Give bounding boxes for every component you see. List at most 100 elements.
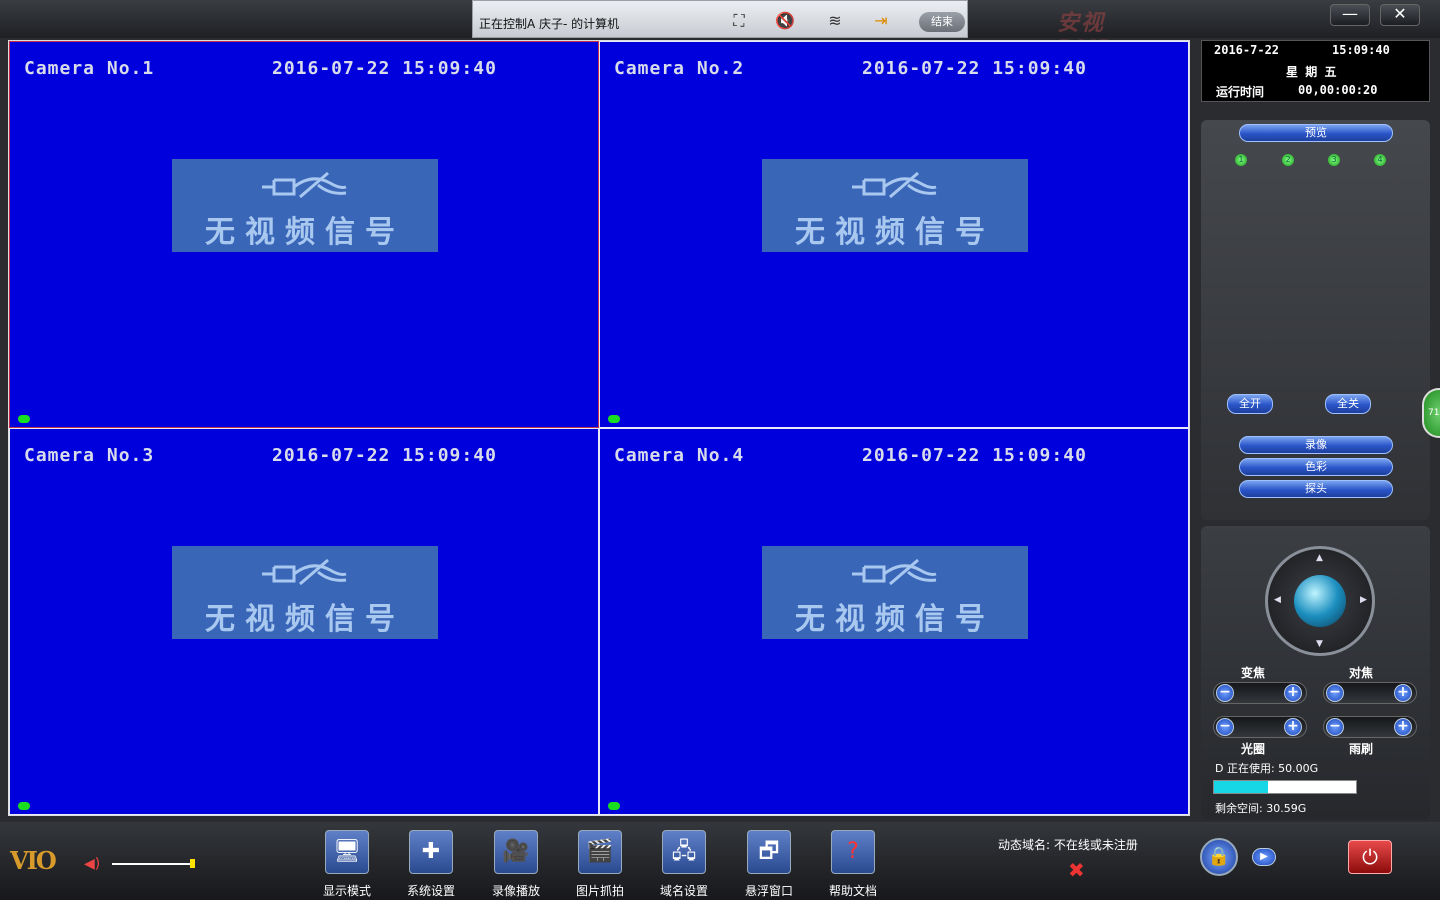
focus-control: − + (1323, 682, 1417, 704)
display-mode-button[interactable]: 🖥 显示模式 (312, 826, 382, 898)
volume-thumb[interactable] (190, 859, 195, 868)
channel-4-toggle[interactable]: 4 (1374, 154, 1386, 166)
iris-minus-button[interactable]: − (1216, 718, 1234, 736)
no-signal-text: 无视频信号 (205, 215, 405, 250)
camera-view-2[interactable]: Camera No.2 2016-07-22 15:09:40 无视频信号 (599, 41, 1189, 428)
clock-weekday: 星 期 五 (1286, 65, 1337, 79)
camera-view-3[interactable]: Camera No.3 2016-07-22 15:09:40 无视频信号 (9, 428, 599, 815)
status-led (18, 802, 30, 810)
arrow-right-icon[interactable]: ▶ (1360, 595, 1367, 605)
arrow-down-icon[interactable]: ▼ (1316, 639, 1323, 649)
channel-2-toggle[interactable]: 2 (1282, 154, 1294, 166)
no-signal-text: 无视频信号 (205, 602, 405, 637)
tool-label: 录像播放 (491, 884, 540, 898)
mute-icon[interactable]: 🔇 (775, 11, 795, 31)
clock-time: 15:09:40 (1332, 43, 1390, 57)
focus-plus-button[interactable]: + (1394, 684, 1412, 702)
disk-used-text: D 正在使用: 50.00G (1215, 762, 1319, 775)
camera-timestamp: 2016-07-22 15:09:40 (862, 58, 1087, 79)
wiper-control: − + (1323, 716, 1417, 738)
ddns-offline-icon: ✖ (1068, 858, 1085, 882)
lock-button[interactable]: 🔒 (1200, 838, 1238, 876)
float-window-button[interactable]: 🗗 悬浮窗口 (734, 826, 804, 898)
ptz-panel: ▲ ▼ ◀ ▶ 变焦 对焦 − + − + − + − + 光圈 雨刷 D 正在… (1201, 526, 1430, 820)
remote-status-text: 正在控制A 庆子- 的计算机 (479, 17, 620, 31)
iris-control: − + (1213, 716, 1307, 738)
camera-timestamp: 2016-07-22 15:09:40 (862, 445, 1087, 466)
no-signal-badge: 无视频信号 (762, 546, 1028, 639)
video-grid: Camera No.1 2016-07-22 15:09:40 无视频信号 Ca… (8, 40, 1190, 816)
ptz-center-knob[interactable] (1294, 575, 1346, 627)
exit-control-icon[interactable]: ⇥ (871, 11, 891, 31)
clapperboard-icon: 🎬 (578, 830, 622, 874)
playback-button[interactable]: 🎥 录像播放 (481, 826, 551, 898)
fullscreen-icon[interactable]: ⛶ (729, 11, 749, 31)
ddns-status-text: 动态域名: 不在线或未注册 (998, 838, 1138, 852)
runtime-label: 运行时间 (1216, 85, 1265, 99)
unlock-toggle[interactable]: ▶ (1252, 848, 1276, 866)
camera-name: Camera No.4 (614, 445, 745, 466)
channel-3-toggle[interactable]: 3 (1328, 154, 1340, 166)
disk-usage-bar (1213, 780, 1357, 794)
probe-button[interactable]: 探头 (1239, 480, 1393, 498)
channel-1-toggle[interactable]: 1 (1235, 154, 1247, 166)
color-button[interactable]: 色彩 (1239, 458, 1393, 476)
unplugged-cable-icon (852, 171, 937, 199)
no-signal-badge: 无视频信号 (762, 159, 1028, 252)
preview-button[interactable]: 预览 (1239, 124, 1393, 142)
system-settings-button[interactable]: ✚ 系统设置 (396, 826, 466, 898)
minimize-button[interactable]: — (1330, 4, 1370, 26)
help-button[interactable]: ? 帮助文档 (818, 826, 888, 898)
clock-display: 2016-7-22 15:09:40 星 期 五 运行时间 00,00:00:2… (1201, 40, 1430, 102)
zoom-label: 变焦 (1241, 666, 1266, 680)
side-expand-tab[interactable]: 71 (1422, 388, 1440, 438)
network-icon: 🖧 (662, 830, 706, 874)
disk-usage-fill (1214, 781, 1268, 793)
float-window-icon: 🗗 (747, 830, 791, 874)
arrow-up-icon[interactable]: ▲ (1316, 553, 1323, 563)
volume-slider[interactable] (112, 863, 194, 865)
unplugged-cable-icon (852, 558, 937, 586)
camera-view-1[interactable]: Camera No.1 2016-07-22 15:09:40 无视频信号 (9, 41, 599, 428)
tools-icon: ✚ (409, 830, 453, 874)
camera-name: Camera No.2 (614, 58, 745, 79)
monitor-icon: 🖥 (325, 830, 369, 874)
preview-panel: 预览 1 2 3 4 全开 全关 录像 色彩 探头 (1201, 120, 1430, 520)
wiper-minus-button[interactable]: − (1326, 718, 1344, 736)
status-led (608, 415, 620, 423)
camera-view-4[interactable]: Camera No.4 2016-07-22 15:09:40 无视频信号 (599, 428, 1189, 815)
tool-label: 帮助文档 (828, 884, 877, 898)
remote-control-bar: 正在控制A 庆子- 的计算机 安视DVR 9000系列 ⛶ 🔇 ≋ ⇥ 结束 (472, 0, 1124, 118)
disk-free-text: 剩余空间: 30.59G (1215, 802, 1307, 815)
snapshot-button[interactable]: 🎬 图片抓拍 (565, 826, 635, 898)
ptz-joystick[interactable]: ▲ ▼ ◀ ▶ (1265, 546, 1375, 656)
runtime-value: 00,00:00:20 (1298, 83, 1378, 97)
close-button[interactable]: ✕ (1380, 4, 1420, 26)
network-quality-icon[interactable]: ≋ (825, 11, 845, 31)
help-icon: ? (831, 830, 875, 874)
speaker-icon[interactable]: ◀) (84, 856, 100, 872)
no-signal-text: 无视频信号 (795, 215, 995, 250)
title-bar: 正在控制A 庆子- 的计算机 安视DVR 9000系列 ⛶ 🔇 ≋ ⇥ 结束 —… (0, 0, 1440, 118)
camera-timestamp: 2016-07-22 15:09:40 (272, 445, 497, 466)
record-button[interactable]: 录像 (1239, 436, 1393, 454)
end-button[interactable]: 结束 (919, 12, 965, 32)
arrow-left-icon[interactable]: ◀ (1274, 595, 1281, 605)
wiper-label: 雨刷 (1349, 742, 1374, 756)
power-icon: ⏻ (1362, 845, 1378, 869)
all-on-button[interactable]: 全开 (1227, 394, 1273, 414)
focus-minus-button[interactable]: − (1326, 684, 1344, 702)
wiper-plus-button[interactable]: + (1394, 718, 1412, 736)
zoom-plus-button[interactable]: + (1284, 684, 1302, 702)
bottom-toolbar: VIO ◀) 🖥 显示模式 ✚ 系统设置 🎥 录像播放 🎬 图片抓拍 🖧 域名设… (0, 822, 1440, 900)
zoom-minus-button[interactable]: − (1216, 684, 1234, 702)
power-button[interactable]: ⏻ (1348, 840, 1392, 874)
domain-settings-button[interactable]: 🖧 域名设置 (649, 826, 719, 898)
iris-plus-button[interactable]: + (1284, 718, 1302, 736)
tool-label: 系统设置 (406, 884, 455, 898)
clock-date: 2016-7-22 (1214, 43, 1280, 57)
tool-label: 显示模式 (322, 884, 371, 898)
camera-timestamp: 2016-07-22 15:09:40 (272, 58, 497, 79)
lock-icon: 🔒 (1207, 846, 1231, 867)
all-off-button[interactable]: 全关 (1325, 394, 1371, 414)
